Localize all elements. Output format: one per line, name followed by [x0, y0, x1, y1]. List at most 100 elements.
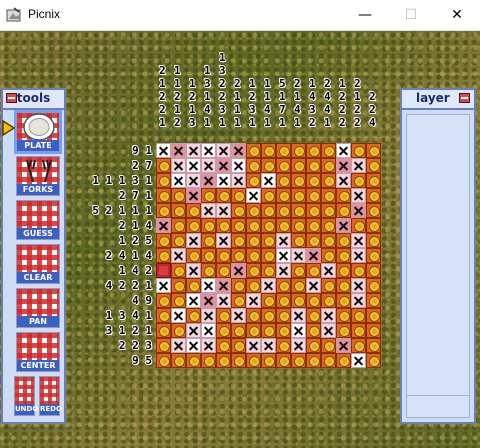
plate-cell[interactable] — [321, 143, 336, 158]
tools-panel-header[interactable]: tools — [3, 90, 64, 110]
plate-cell[interactable] — [336, 308, 351, 323]
plate-cell[interactable] — [216, 338, 231, 353]
forks-cell[interactable] — [291, 308, 306, 323]
plate-cell[interactable] — [276, 173, 291, 188]
plate-cell[interactable] — [366, 353, 381, 368]
forks-cell[interactable] — [201, 143, 216, 158]
pan-tool-button[interactable]: PAN — [16, 288, 60, 328]
plate-cell[interactable] — [366, 248, 381, 263]
plate-cell[interactable] — [291, 143, 306, 158]
undo-button[interactable]: UNDO — [14, 376, 38, 416]
plate-cell[interactable] — [306, 233, 321, 248]
plate-cell[interactable] — [291, 203, 306, 218]
plate-cell[interactable] — [351, 323, 366, 338]
plate-cell[interactable] — [276, 353, 291, 368]
plate-cell[interactable] — [186, 278, 201, 293]
plate-cell[interactable] — [366, 338, 381, 353]
plate-cell[interactable] — [261, 218, 276, 233]
plate-cell[interactable] — [336, 248, 351, 263]
close-button[interactable]: ✕ — [434, 0, 480, 30]
forks-cell[interactable] — [351, 203, 366, 218]
plate-cell[interactable] — [321, 353, 336, 368]
forks-cell[interactable] — [201, 158, 216, 173]
plate-cell[interactable] — [306, 308, 321, 323]
plate-cell[interactable] — [246, 308, 261, 323]
plate-cell[interactable] — [171, 353, 186, 368]
forks-cell[interactable] — [336, 173, 351, 188]
plate-cell[interactable] — [351, 263, 366, 278]
forks-cell[interactable] — [306, 278, 321, 293]
plate-cell[interactable] — [336, 353, 351, 368]
forks-cell[interactable] — [186, 338, 201, 353]
plate-cell[interactable] — [246, 158, 261, 173]
plate-cell[interactable] — [156, 338, 171, 353]
plate-cell[interactable] — [366, 263, 381, 278]
forks-cell[interactable] — [186, 188, 201, 203]
plate-cell[interactable] — [351, 143, 366, 158]
plate-cell[interactable] — [231, 233, 246, 248]
forks-cell[interactable] — [351, 188, 366, 203]
forks-cell[interactable] — [216, 293, 231, 308]
layer-collapse-icon[interactable] — [459, 93, 470, 103]
plate-cell[interactable] — [171, 218, 186, 233]
center-tool-button[interactable]: CENTER — [16, 332, 60, 372]
plate-cell[interactable] — [186, 218, 201, 233]
plate-cell[interactable] — [306, 173, 321, 188]
plate-cell[interactable] — [366, 323, 381, 338]
plate-cell[interactable] — [291, 158, 306, 173]
plate-cell[interactable] — [156, 353, 171, 368]
forks-cell[interactable] — [321, 323, 336, 338]
plate-cell[interactable] — [306, 323, 321, 338]
forks-tool-button[interactable]: FORKS — [16, 156, 60, 196]
plate-cell[interactable] — [276, 293, 291, 308]
forks-cell[interactable] — [216, 143, 231, 158]
plate-cell[interactable] — [306, 203, 321, 218]
forks-cell[interactable] — [351, 353, 366, 368]
forks-cell[interactable] — [231, 308, 246, 323]
plate-cell[interactable] — [321, 248, 336, 263]
plate-cell[interactable] — [261, 233, 276, 248]
forks-cell[interactable] — [246, 188, 261, 203]
forks-cell[interactable] — [351, 233, 366, 248]
plate-cell[interactable] — [261, 263, 276, 278]
plate-cell[interactable] — [306, 338, 321, 353]
plate-cell[interactable] — [246, 353, 261, 368]
plate-cell[interactable] — [156, 233, 171, 248]
plate-cell[interactable] — [201, 263, 216, 278]
plate-cell[interactable] — [291, 353, 306, 368]
plate-cell[interactable] — [201, 188, 216, 203]
plate-cell[interactable] — [336, 233, 351, 248]
forks-cell[interactable] — [156, 143, 171, 158]
forks-cell[interactable] — [351, 158, 366, 173]
plate-cell[interactable] — [321, 173, 336, 188]
plate-cell[interactable] — [306, 353, 321, 368]
plate-cell[interactable] — [321, 218, 336, 233]
forks-cell[interactable] — [231, 263, 246, 278]
forks-cell[interactable] — [336, 218, 351, 233]
forks-cell[interactable] — [186, 158, 201, 173]
plate-cell[interactable] — [261, 203, 276, 218]
plate-cell[interactable] — [231, 323, 246, 338]
plate-cell[interactable] — [321, 188, 336, 203]
plate-cell[interactable] — [321, 278, 336, 293]
forks-cell[interactable] — [171, 143, 186, 158]
plate-cell[interactable] — [216, 308, 231, 323]
forks-cell[interactable] — [171, 338, 186, 353]
plate-cell[interactable] — [231, 218, 246, 233]
plate-cell[interactable] — [366, 278, 381, 293]
maximize-button[interactable]: ☐ — [388, 0, 434, 30]
plate-cell[interactable] — [186, 203, 201, 218]
forks-cell[interactable] — [201, 293, 216, 308]
forks-cell[interactable] — [351, 293, 366, 308]
forks-cell[interactable] — [231, 158, 246, 173]
forks-cell[interactable] — [171, 248, 186, 263]
plate-cell[interactable] — [366, 158, 381, 173]
forks-cell[interactable] — [171, 308, 186, 323]
plate-cell[interactable] — [306, 143, 321, 158]
plate-cell[interactable] — [171, 203, 186, 218]
plate-cell[interactable] — [216, 248, 231, 263]
plate-cell[interactable] — [246, 218, 261, 233]
plate-cell[interactable] — [171, 233, 186, 248]
plate-cell[interactable] — [321, 293, 336, 308]
plate-cell[interactable] — [246, 173, 261, 188]
